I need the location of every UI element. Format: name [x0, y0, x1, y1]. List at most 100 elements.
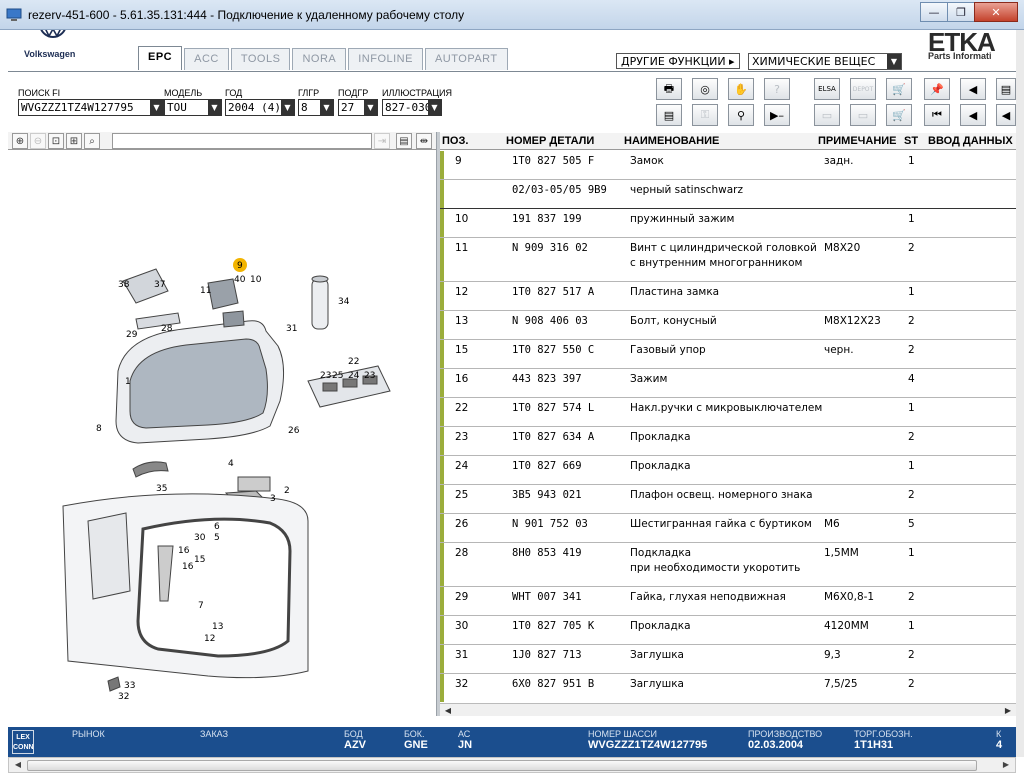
page-icon[interactable]: ▤: [996, 78, 1016, 100]
diagram-label-31[interactable]: 31: [286, 324, 297, 334]
diagram-label-2[interactable]: 2: [284, 486, 290, 496]
scroll-right-icon[interactable]: ▶: [1002, 705, 1014, 716]
table-row[interactable]: 23 1T0 827 634 A 2 Прокладка: [440, 427, 1016, 456]
zoom-out-icon[interactable]: ⊖: [30, 133, 46, 149]
diagram-label-16a[interactable]: 16: [178, 546, 190, 556]
diagram-label-23a[interactable]: 23: [320, 371, 331, 381]
main-group-select[interactable]: 8 ▼: [298, 99, 334, 116]
expand-icon[interactable]: ⇹: [416, 133, 432, 149]
diagram-label-38[interactable]: 38: [118, 280, 130, 290]
diagram-label-10[interactable]: 10: [250, 275, 262, 285]
bike-icon[interactable]: ⚲: [728, 104, 754, 126]
diagram-label-9[interactable]: 9: [237, 261, 243, 271]
diagram-label-7[interactable]: 7: [198, 601, 204, 611]
image-search-field[interactable]: [112, 133, 372, 149]
next-icon[interactable]: ◀: [996, 104, 1016, 126]
cart-icon[interactable]: 🛒: [886, 104, 912, 126]
layout-icon[interactable]: ▤: [396, 133, 412, 149]
diagram-label-34[interactable]: 34: [338, 297, 350, 307]
play-minus-icon[interactable]: ▶–: [764, 104, 790, 126]
table-row[interactable]: 22 1T0 827 574 L 1 Накл.ручки с микровыключ…: [440, 398, 1016, 427]
window-vertical-scrollbar[interactable]: [1016, 30, 1024, 757]
other-functions-button[interactable]: ДРУГИЕ ФУНКЦИИ ▸: [616, 53, 740, 69]
diagram-label-11[interactable]: 11: [200, 286, 211, 296]
col-name-header[interactable]: НАИМЕНОВАНИЕ: [624, 135, 719, 147]
restore-button[interactable]: ❐: [947, 2, 975, 22]
minimize-button[interactable]: —: [920, 2, 948, 22]
handshake-icon[interactable]: ✋: [728, 78, 754, 100]
parts-disc-icon[interactable]: ◎: [692, 78, 718, 100]
table-row[interactable]: 26 N 901 752 03 M6 5 Шестигранная гайка с бу…: [440, 514, 1016, 543]
parts-illustration[interactable]: 9 40 10 11 38 37 29 28 34 31 1 22 23 25 …: [8, 151, 436, 707]
col-pos-header[interactable]: ПОЗ.: [442, 135, 468, 147]
zoom-fit-icon[interactable]: ⊞: [66, 133, 82, 149]
diagram-label-26[interactable]: 26: [288, 426, 300, 436]
diagram-label-32[interactable]: 32: [118, 692, 129, 702]
disabled-tool2-icon[interactable]: ▭: [850, 104, 876, 126]
table-row[interactable]: 12 1T0 827 517 A 1 Пластина замка: [440, 282, 1016, 311]
table-row[interactable]: 13 N 908 406 03 M8X12X23 2 Болт, конусный: [440, 311, 1016, 340]
diagram-label-6[interactable]: 6: [214, 522, 220, 532]
prev-page-icon[interactable]: ◀: [960, 78, 986, 100]
prev-icon[interactable]: ◀: [960, 104, 986, 126]
depot-icon[interactable]: DEPOT: [850, 78, 876, 100]
list-icon[interactable]: ▤: [656, 104, 682, 126]
table-row[interactable]: 02/03-05/05 9B9 черный satinschwarz: [440, 180, 1016, 209]
tab-epc[interactable]: EPC: [138, 46, 183, 70]
diagram-label-3[interactable]: 3: [270, 494, 276, 504]
table-row[interactable]: 30 1T0 827 705 K 4120MM 1 Прокладка: [440, 616, 1016, 645]
disabled-tool-icon[interactable]: ▭: [814, 104, 840, 126]
tab-infoline[interactable]: INFOLINE: [348, 48, 423, 70]
table-row[interactable]: 31 1J0 827 713 9,3 2 Заглушка: [440, 645, 1016, 674]
tab-acc[interactable]: ACC: [184, 48, 229, 70]
cart-add-icon[interactable]: 🛒: [886, 78, 912, 100]
tab-autopart[interactable]: AUTOPART: [424, 48, 508, 70]
diagram-label-13[interactable]: 13: [212, 622, 223, 632]
first-icon[interactable]: ⏮: [924, 104, 950, 126]
tab-nora[interactable]: NORA: [292, 48, 347, 70]
window-horizontal-scrollbar[interactable]: ◀ ▶: [8, 757, 1016, 773]
diagram-label-1[interactable]: 1: [125, 377, 131, 387]
col-st-header[interactable]: ST: [904, 135, 918, 147]
diagram-label-24[interactable]: 24: [348, 371, 360, 381]
subgroup-select[interactable]: 27 ▼: [338, 99, 378, 116]
col-part-header[interactable]: НОМЕР ДЕТАЛИ: [506, 135, 594, 147]
scroll-left-icon[interactable]: ◀: [11, 760, 25, 771]
image-tool-icon[interactable]: ⇥: [374, 133, 390, 149]
diagram-label-29[interactable]: 29: [126, 330, 138, 340]
scrollbar-thumb[interactable]: [27, 760, 977, 771]
diagram-label-15[interactable]: 15: [194, 555, 205, 565]
scroll-left-icon[interactable]: ◀: [442, 705, 454, 716]
col-input-header[interactable]: ВВОД ДАННЫХ: [928, 135, 1013, 147]
table-row[interactable]: 11 N 909 316 02 M8X20 2 Винт с цилиндрическо…: [440, 238, 1016, 282]
print-icon[interactable]: 🖶: [656, 78, 682, 100]
table-row[interactable]: 28 8H0 853 419 1,5MM 1 Подкладка при необходи…: [440, 543, 1016, 587]
scroll-right-icon[interactable]: ▶: [999, 760, 1013, 771]
table-row[interactable]: 25 3B5 943 021 2 Плафон освещ. номерного зн…: [440, 485, 1016, 514]
diagram-label-22[interactable]: 22: [348, 357, 359, 367]
functions-select[interactable]: ХИМИЧЕСКИЕ ВЕЩЕС ▼: [748, 53, 902, 70]
diagram-label-23b[interactable]: 23: [364, 371, 375, 381]
diagram-label-5[interactable]: 5: [214, 533, 220, 543]
table-row[interactable]: 29 WHT 007 341 M6X0,8-1 2 Гайка, глухая непо…: [440, 587, 1016, 616]
diagram-label-33[interactable]: 33: [124, 681, 135, 691]
table-row[interactable]: 16 443 823 397 4 Зажим: [440, 369, 1016, 398]
table-row[interactable]: 15 1T0 827 550 C черн. 2 Газовый упор: [440, 340, 1016, 369]
diagram-label-40[interactable]: 40: [234, 275, 246, 285]
table-horizontal-scrollbar[interactable]: ◀ ▶: [440, 703, 1016, 716]
elsa-icon[interactable]: ELSA: [814, 78, 840, 100]
tab-tools[interactable]: TOOLS: [230, 48, 291, 70]
key-icon[interactable]: ⚿: [692, 104, 718, 126]
illustration-select[interactable]: 827-030 ▼: [382, 99, 442, 116]
year-select[interactable]: 2004 (4) ▼: [225, 99, 295, 116]
diagram-label-16b[interactable]: 16: [182, 562, 194, 572]
diagram-label-30[interactable]: 30: [194, 533, 206, 543]
pin-icon[interactable]: 📌: [924, 78, 950, 100]
close-button[interactable]: ✕: [974, 2, 1018, 22]
zoom-area-icon[interactable]: ⊡: [48, 133, 64, 149]
diagram-label-35[interactable]: 35: [156, 484, 167, 494]
table-row[interactable]: 24 1T0 827 669 1 Прокладка: [440, 456, 1016, 485]
zoom-in-icon[interactable]: ⊕: [12, 133, 28, 149]
diagram-label-37[interactable]: 37: [154, 280, 165, 290]
table-row[interactable]: 9 1T0 827 505 F задн. 1 Замок: [440, 151, 1016, 180]
